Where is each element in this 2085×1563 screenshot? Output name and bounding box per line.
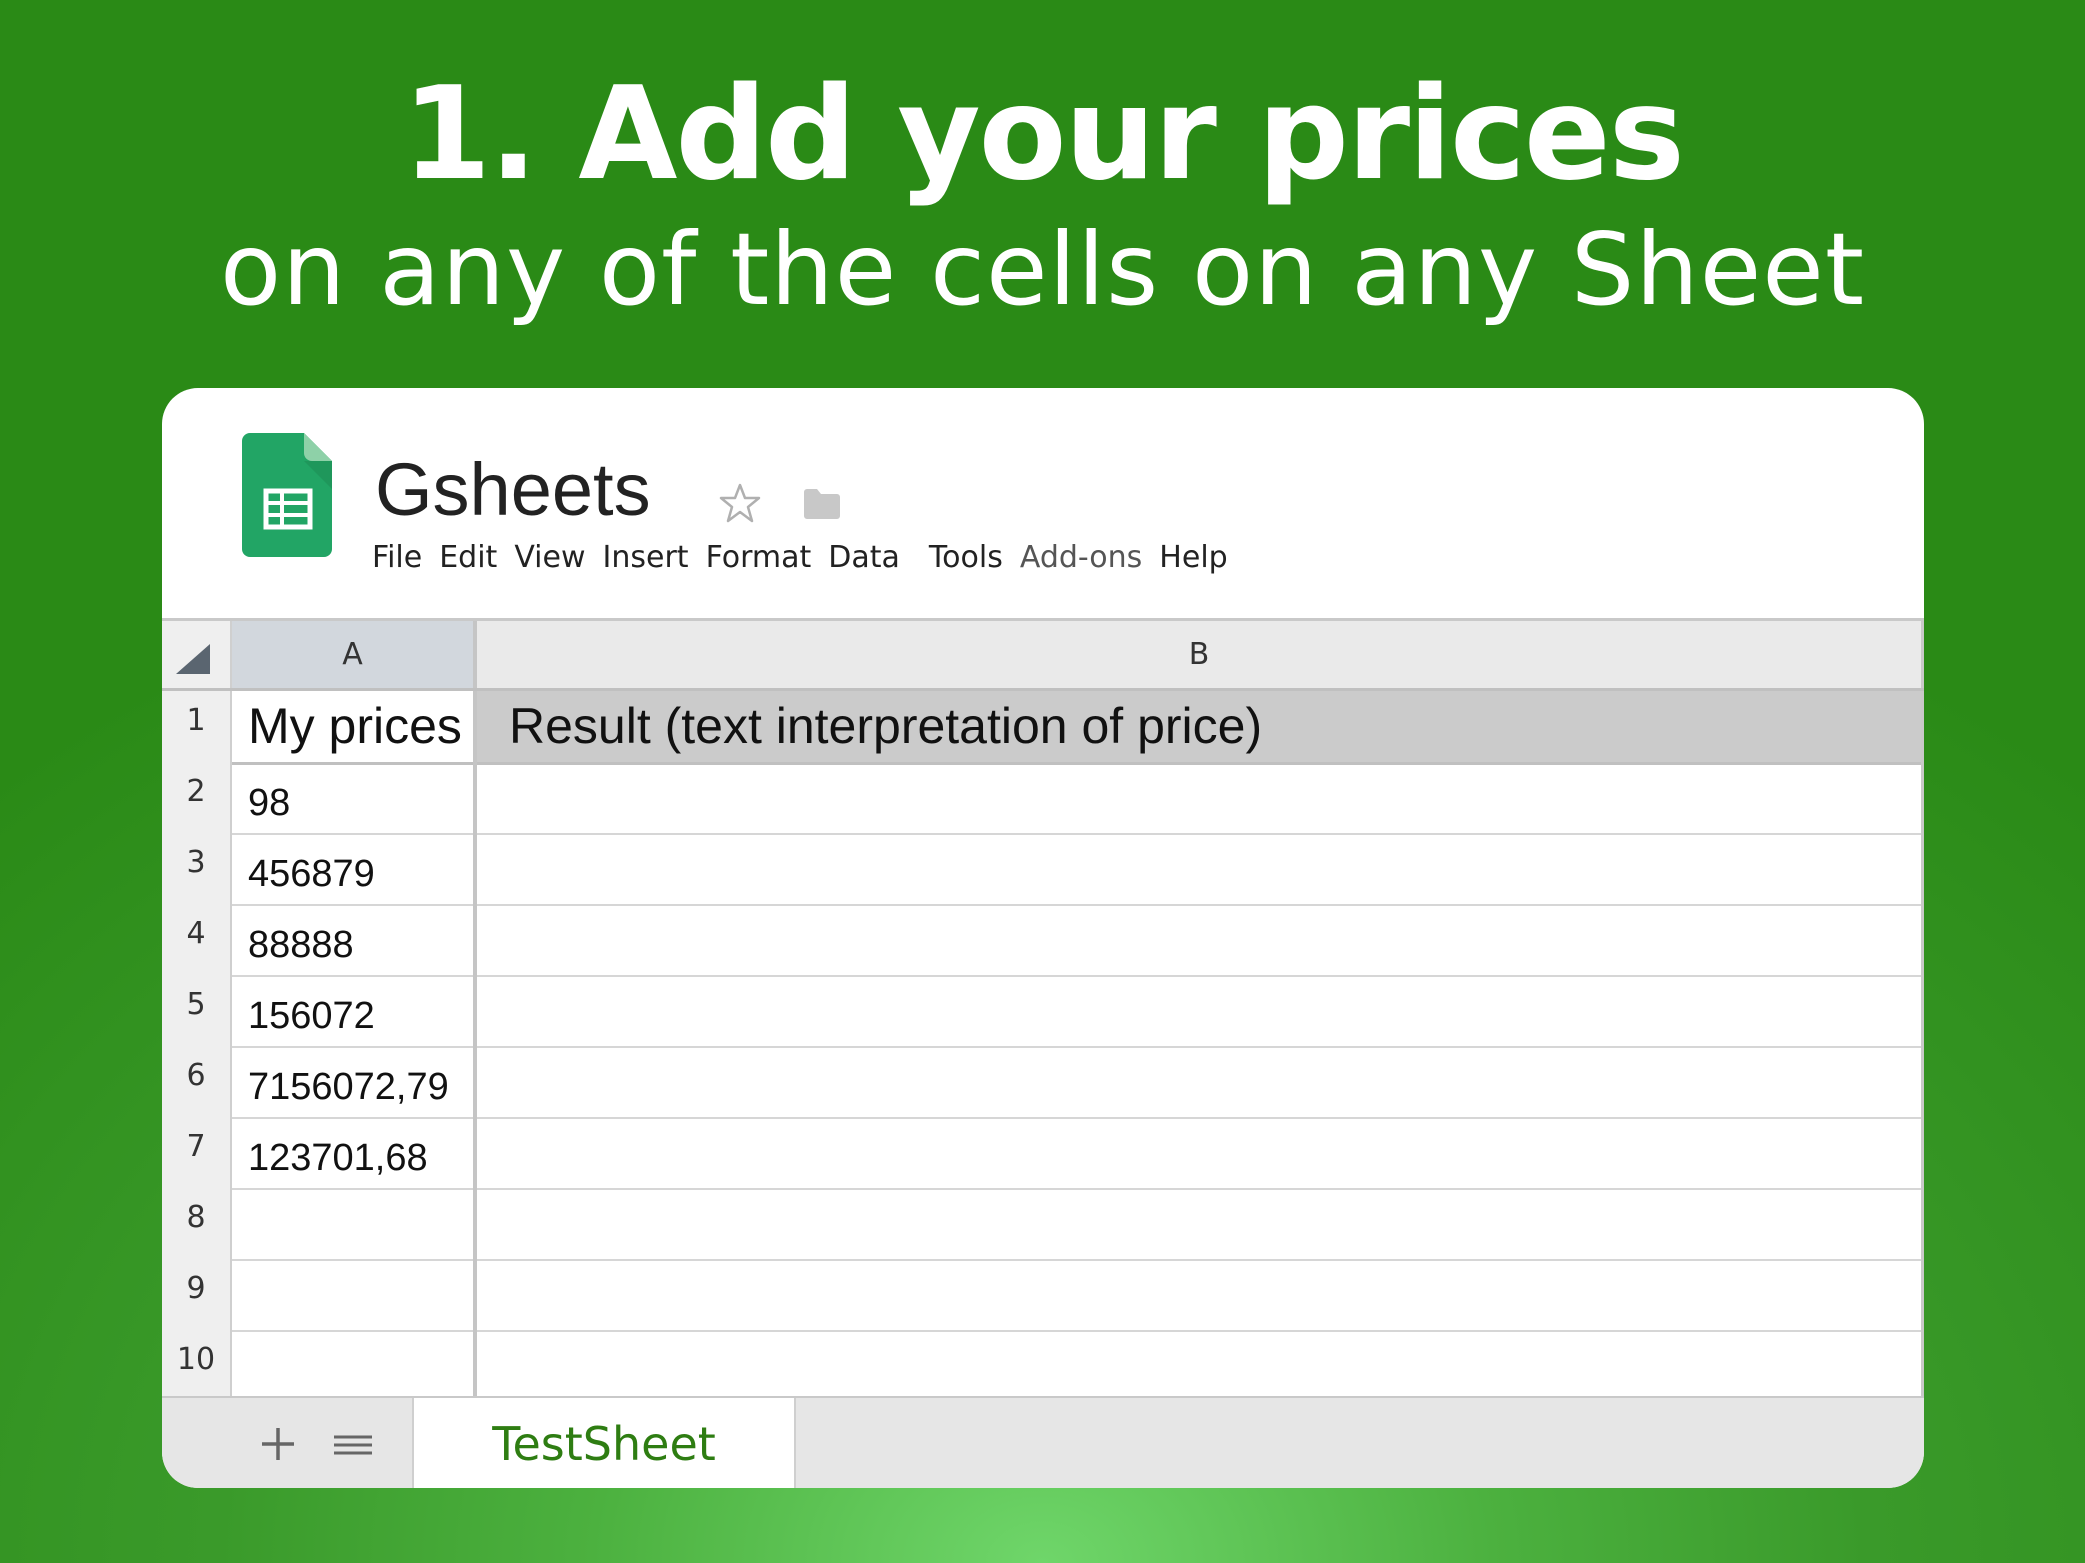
column-header-row: A B	[162, 621, 1924, 691]
cell-a5[interactable]: 156072	[232, 975, 477, 1046]
row-header[interactable]: 5	[162, 975, 232, 1046]
cell-b6[interactable]	[477, 1046, 1924, 1117]
cell-b1[interactable]: Result (text interpretation of price)	[477, 691, 1924, 762]
headline: 1. Add your prices	[402, 60, 1685, 209]
row-header[interactable]: 6	[162, 1046, 232, 1117]
spreadsheet-window: Gsheets File Edit View Insert Format Dat…	[162, 388, 1924, 1488]
cell-a3[interactable]: 456879	[232, 833, 477, 904]
menu-view[interactable]: View	[514, 538, 585, 578]
subheadline: on any of the cells on any Sheet	[219, 211, 1866, 328]
star-icon[interactable]	[718, 481, 762, 525]
cell-a1[interactable]: My prices	[232, 691, 477, 762]
cell-b3[interactable]	[477, 833, 1924, 904]
menu-data[interactable]: Data	[828, 538, 900, 578]
menu-format[interactable]: Format	[706, 538, 812, 578]
menu-tools[interactable]: Tools	[929, 538, 1003, 578]
table-row: 2 98	[162, 762, 1924, 835]
row-header[interactable]: 1	[162, 691, 232, 762]
cell-b9[interactable]	[477, 1259, 1924, 1330]
row-header[interactable]: 3	[162, 833, 232, 904]
row-header[interactable]: 8	[162, 1188, 232, 1259]
select-all-corner[interactable]	[162, 621, 232, 688]
cell-a10[interactable]	[232, 1330, 477, 1401]
cell-b2[interactable]	[477, 762, 1924, 833]
cell-a6[interactable]: 7156072,79	[232, 1046, 477, 1117]
cell-a7[interactable]: 123701,68	[232, 1117, 477, 1188]
sheet-tab-bar: TestSheet	[162, 1396, 1924, 1488]
cell-b10[interactable]	[477, 1330, 1924, 1401]
cell-b4[interactable]	[477, 904, 1924, 975]
plus-icon[interactable]	[258, 1424, 298, 1464]
menu-edit[interactable]: Edit	[439, 538, 497, 578]
spreadsheet-grid: A B 1 My prices Result (text interpretat…	[162, 618, 1924, 1401]
table-row: 5 156072	[162, 975, 1924, 1048]
menu-add-ons[interactable]: Add-ons	[1020, 538, 1142, 578]
cell-a9[interactable]	[232, 1259, 477, 1330]
sheet-tab-testsheet[interactable]: TestSheet	[412, 1398, 796, 1488]
table-row: 8	[162, 1188, 1924, 1261]
table-row: 10	[162, 1330, 1924, 1401]
column-header-b[interactable]: B	[477, 621, 1924, 688]
row-header[interactable]: 9	[162, 1259, 232, 1330]
menu-file[interactable]: File	[372, 538, 422, 578]
table-row: 3 456879	[162, 833, 1924, 906]
table-row: 1 My prices Result (text interpretation …	[162, 691, 1924, 765]
row-header[interactable]: 2	[162, 762, 232, 833]
google-sheets-logo-icon[interactable]	[242, 433, 332, 557]
row-header[interactable]: 7	[162, 1117, 232, 1188]
menu-help[interactable]: Help	[1159, 538, 1227, 578]
menu-lines-icon[interactable]	[332, 1434, 374, 1456]
cell-a4[interactable]: 88888	[232, 904, 477, 975]
cell-b7[interactable]	[477, 1117, 1924, 1188]
folder-icon[interactable]	[802, 488, 842, 520]
table-row: 4 88888	[162, 904, 1924, 977]
cell-a8[interactable]	[232, 1188, 477, 1259]
row-header[interactable]: 4	[162, 904, 232, 975]
menu-insert[interactable]: Insert	[603, 538, 689, 578]
column-header-a[interactable]: A	[232, 621, 477, 688]
cell-b8[interactable]	[477, 1188, 1924, 1259]
menu-bar: File Edit View Insert Format Data Tools …	[372, 538, 1245, 578]
row-header[interactable]: 10	[162, 1330, 232, 1401]
table-row: 9	[162, 1259, 1924, 1332]
table-row: 6 7156072,79	[162, 1046, 1924, 1119]
cell-b5[interactable]	[477, 975, 1924, 1046]
select-all-triangle-icon	[176, 644, 210, 674]
table-row: 7 123701,68	[162, 1117, 1924, 1190]
document-title[interactable]: Gsheets	[375, 450, 651, 530]
cell-a2[interactable]: 98	[232, 762, 477, 833]
